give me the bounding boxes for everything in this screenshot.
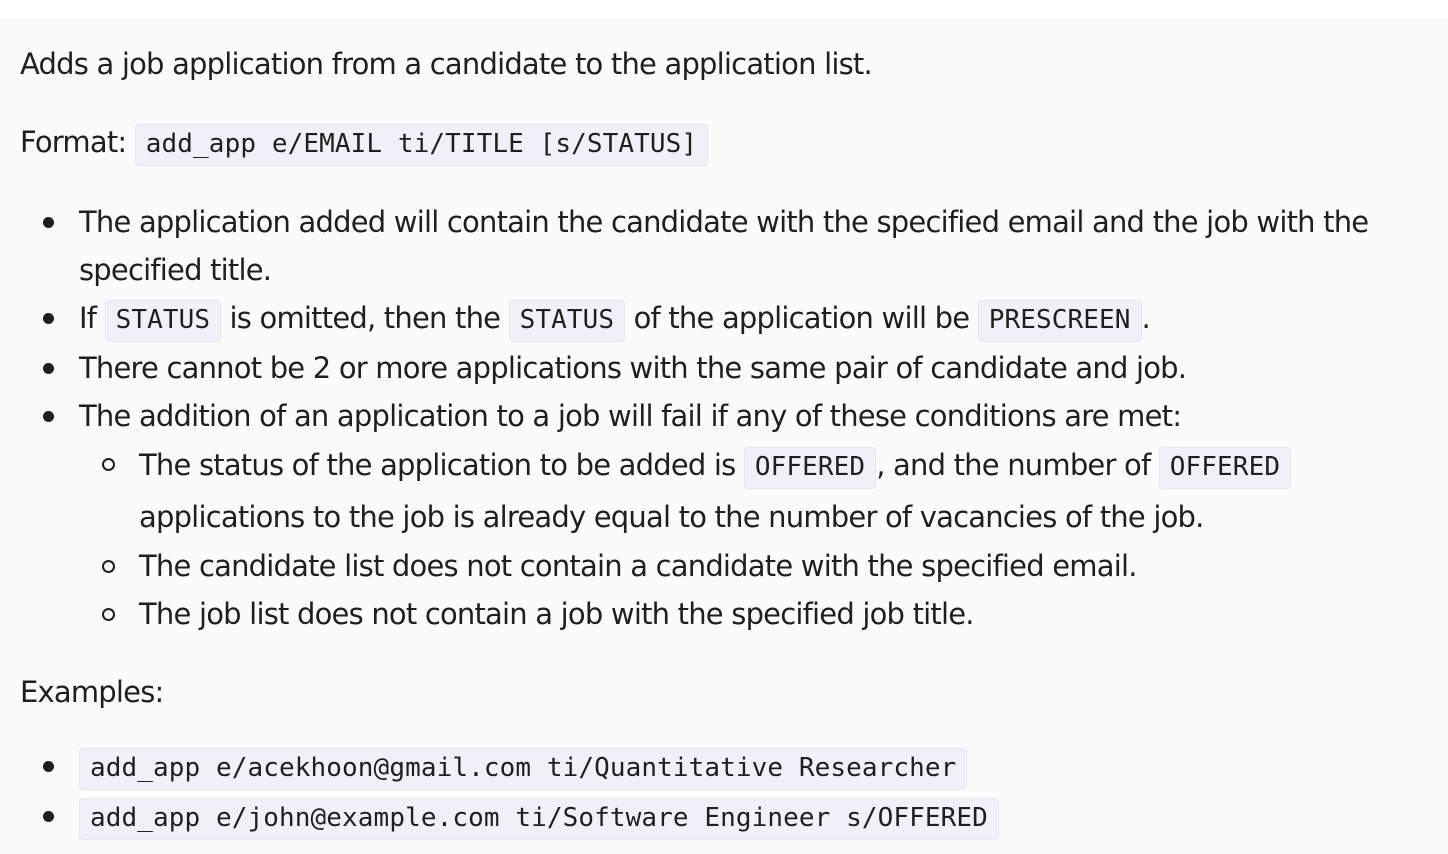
offered-code: OFFERED xyxy=(1158,447,1292,489)
note-text: There cannot be 2 or more applications w… xyxy=(79,351,1187,385)
example-command: add_app e/acekhoon@gmail.com ti/Quantita… xyxy=(79,748,968,790)
note-text: The addition of an application to a job … xyxy=(79,399,1182,433)
format-line: Format: add_app e/EMAIL ti/TITLE [s/STAT… xyxy=(20,118,1430,168)
condition-item: The candidate list does not contain a ca… xyxy=(79,542,1430,590)
example-item: add_app e/acekhoon@gmail.com ti/Quantita… xyxy=(20,742,1430,792)
intro-text: Adds a job application from a candidate … xyxy=(20,47,873,81)
note-text: If xyxy=(79,301,97,335)
condition-text: The status of the application to be adde… xyxy=(139,448,736,482)
status-code: STATUS xyxy=(104,300,222,342)
example-command: add_app e/john@example.com ti/Software E… xyxy=(79,798,999,840)
conditions-list: The status of the application to be adde… xyxy=(79,440,1430,638)
note-item: The addition of an application to a job … xyxy=(20,392,1430,638)
note-text: of the application will be xyxy=(633,301,971,335)
note-item: The application added will contain the c… xyxy=(20,198,1430,294)
prescreen-code: PRESCREEN xyxy=(977,300,1142,342)
command-doc: Adds a job application from a candidate … xyxy=(20,40,1430,842)
page: Adds a job application from a candidate … xyxy=(0,0,1448,854)
condition-text: , and the number of xyxy=(876,448,1151,482)
example-item: add_app e/john@example.com ti/Software E… xyxy=(20,792,1430,842)
notes-list: The application added will contain the c… xyxy=(20,198,1430,638)
condition-text: applications to the job is already equal… xyxy=(139,500,1204,534)
note-text: . xyxy=(1141,301,1151,335)
note-item: There cannot be 2 or more applications w… xyxy=(20,344,1430,392)
status-code: STATUS xyxy=(508,300,626,342)
content-panel: Adds a job application from a candidate … xyxy=(0,18,1448,854)
format-label: Format: xyxy=(20,125,127,159)
note-text: is omitted, then the xyxy=(229,301,501,335)
condition-text: The candidate list does not contain a ca… xyxy=(139,549,1137,583)
examples-heading: Examples: xyxy=(20,675,164,709)
offered-code: OFFERED xyxy=(743,447,877,489)
condition-text: The job list does not contain a job with… xyxy=(139,597,975,631)
note-item: If STATUS is omitted, then the STATUS of… xyxy=(20,294,1430,344)
format-command: add_app e/EMAIL ti/TITLE [s/STATUS] xyxy=(134,124,709,166)
condition-item: The job list does not contain a job with… xyxy=(79,590,1430,638)
condition-item: The status of the application to be adde… xyxy=(79,440,1430,542)
examples-list: add_app e/acekhoon@gmail.com ti/Quantita… xyxy=(20,742,1430,842)
note-text: The application added will contain the c… xyxy=(79,205,1369,287)
